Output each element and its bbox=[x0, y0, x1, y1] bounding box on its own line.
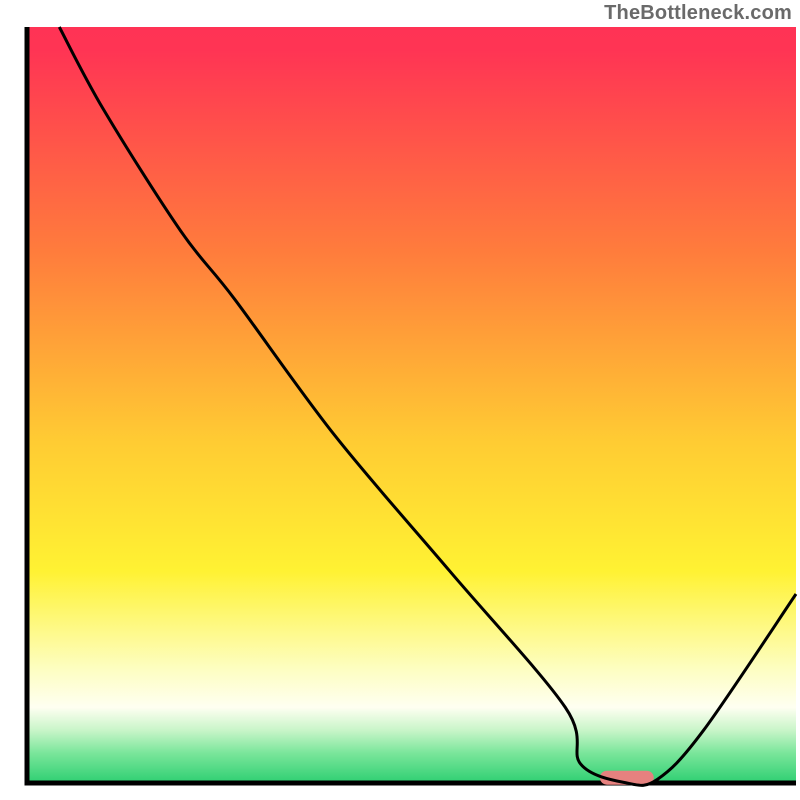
chart-svg bbox=[0, 0, 800, 800]
plot-gradient bbox=[27, 27, 796, 783]
bottleneck-chart: TheBottleneck.com bbox=[0, 0, 800, 800]
attribution-label: TheBottleneck.com bbox=[604, 2, 792, 25]
